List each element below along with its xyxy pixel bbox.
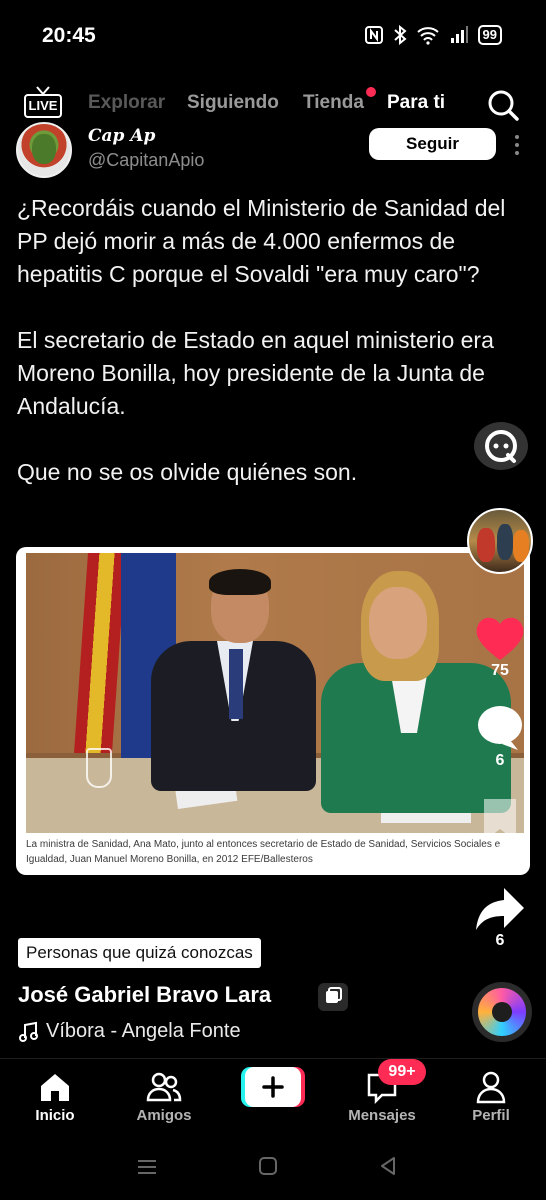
top-nav: LIVE Explorar Siguiendo Tienda Para ti [0, 86, 546, 126]
profile-icon [476, 1071, 506, 1104]
nav-friends[interactable]: Amigos [119, 1069, 209, 1124]
tab-para-ti[interactable]: Para ti [387, 92, 445, 114]
search-icon[interactable] [486, 88, 520, 122]
nav-profile-label: Perfil [472, 1107, 510, 1124]
nav-home-label: Inicio [35, 1107, 75, 1124]
creator-avatar[interactable] [467, 508, 533, 574]
post-paragraph: El secretario de Estado en aquel ministe… [17, 327, 494, 419]
post-text: ¿Recordáis cuando el Ministerio de Sanid… [17, 192, 527, 489]
status-time: 20:45 [42, 24, 96, 47]
notification-dot [366, 87, 376, 97]
photo-mode-icon [318, 983, 348, 1011]
comments-count: 6 [495, 752, 505, 769]
wifi-icon [416, 27, 439, 45]
music-note-icon [19, 1021, 38, 1042]
glass [86, 748, 112, 788]
comment-icon[interactable] [472, 702, 528, 754]
tab-explorar[interactable]: Explorar [88, 92, 165, 114]
recent-apps-icon[interactable] [136, 1158, 158, 1176]
nav-profile[interactable]: Perfil [446, 1069, 536, 1124]
home-system-icon[interactable] [258, 1156, 278, 1176]
post-paragraph: ¿Recordáis cuando el Ministerio de Sanid… [17, 195, 506, 287]
music-disc[interactable] [472, 982, 532, 1042]
image-caption: La ministra de Sanidad, Ana Mato, junto … [26, 839, 501, 865]
nav-friends-label: Amigos [136, 1107, 192, 1124]
author-name[interactable]: Cap Ap [88, 126, 155, 146]
post-paragraph: Que no se os olvide quiénes son. [17, 459, 358, 485]
sound-info[interactable]: Víbora - Angela Fonte [18, 1020, 241, 1043]
shares-count: 6 [495, 932, 505, 949]
bookmark-icon[interactable] [472, 793, 528, 845]
home-icon [41, 1074, 69, 1101]
author-handle[interactable]: @CapitanApio [88, 150, 204, 171]
tab-siguiendo[interactable]: Siguiendo [187, 92, 279, 114]
bottom-nav: Inicio Amigos Mensajes 99+ Perfil [0, 1058, 546, 1136]
creator-name[interactable]: José Gabriel Bravo Lara [18, 982, 271, 1008]
share-icon[interactable] [472, 882, 528, 934]
back-icon[interactable] [378, 1156, 398, 1176]
suggestion-label[interactable]: Personas que quizá conozcas [18, 938, 261, 968]
ai-chat-icon [485, 430, 517, 463]
follow-button[interactable]: Seguir [369, 128, 496, 160]
live-label: LIVE [24, 94, 62, 118]
nfc-icon [364, 26, 383, 44]
author-avatar[interactable] [16, 122, 72, 178]
nav-home[interactable]: Inicio [10, 1069, 100, 1124]
news-photo [26, 553, 524, 833]
live-icon[interactable]: LIVE [24, 86, 62, 120]
signal-icon [450, 26, 468, 43]
tab-tienda[interactable]: Tienda [303, 92, 364, 114]
heart-icon[interactable] [472, 612, 528, 664]
more-options-icon[interactable] [512, 134, 522, 156]
status-bar: 20:45 99 [0, 0, 546, 74]
battery-indicator: 99 [477, 25, 502, 45]
woman-figure [311, 571, 511, 813]
create-button[interactable] [241, 1067, 305, 1107]
messages-badge: 99+ [378, 1059, 426, 1085]
nav-messages-label: Mensajes [348, 1107, 416, 1124]
post-image-card[interactable]: La ministra de Sanidad, Ana Mato, junto … [16, 547, 530, 875]
man-figure [151, 569, 316, 793]
sound-title: Víbora - Angela Fonte [46, 1020, 241, 1042]
ai-assistant-button[interactable] [474, 422, 528, 470]
saves-count: 2 [495, 844, 505, 861]
system-nav-bar [0, 1150, 546, 1186]
likes-count: 75 [491, 662, 509, 679]
status-icons: 99 [364, 25, 502, 45]
bluetooth-icon [393, 25, 407, 45]
friends-icon [146, 1072, 182, 1102]
